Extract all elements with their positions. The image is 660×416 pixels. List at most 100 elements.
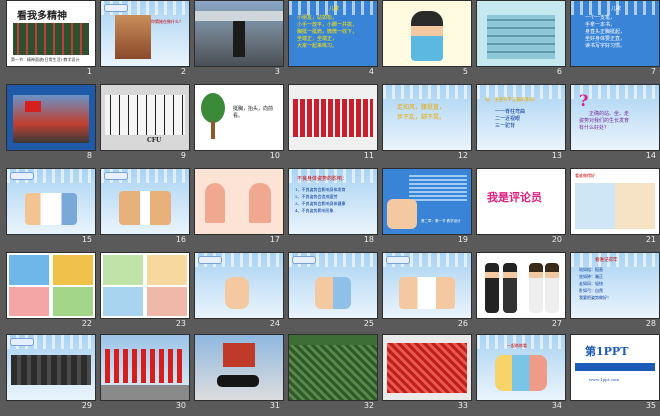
slide-heading: 儿歌 <box>329 6 340 12</box>
slide-thumbnail-15[interactable] <box>6 168 96 235</box>
slide-line: 步不乱，脚不晃。 <box>397 114 446 121</box>
slide-number: 12 <box>457 151 468 160</box>
cartoon-panel-4 <box>53 287 93 316</box>
slide-cell-17: 17 <box>192 168 286 250</box>
slide-cell-33: 33 <box>380 334 474 416</box>
slide-cell-24: 24 <box>192 252 286 334</box>
slide-number: 14 <box>645 151 656 160</box>
slide-thumbnail-22[interactable] <box>6 252 96 319</box>
children-study-image <box>575 183 655 229</box>
slide-thumbnail-23[interactable] <box>100 252 190 319</box>
person-1 <box>485 263 499 313</box>
slide-thumbnail-9[interactable]: CFU <box>100 84 190 151</box>
slide-thumbnail-28[interactable]: 看谁记得牢 站如松：挺直 坐如钟：端正 走如风：轻快 卧如弓：自然 我要把姿势做… <box>570 252 660 319</box>
slide-number: 30 <box>175 401 186 410</box>
slide-thumbnail-6[interactable] <box>476 0 566 67</box>
slide-caption: 挺胸，抬头，向前看。 <box>233 106 274 119</box>
slide-cell-2: 你猜她在做什么？ 2 <box>98 0 192 82</box>
slide-cell-16: 16 <box>98 168 192 250</box>
slide-thumbnail-18[interactable]: 不良身体姿势的影响： 1、不良姿势会影响身体发育 2、不良姿势会造成疲劳 3、不… <box>288 168 378 235</box>
child-writing-image <box>411 11 443 61</box>
slide-number: 32 <box>363 401 374 410</box>
slide-sorter-grid: 看我多精神 第一节：精神面貌(日常生活) 教学设计 1 你猜她在做什么？ 2 3… <box>0 0 660 410</box>
slide-thumbnail-5[interactable] <box>382 0 472 67</box>
ground <box>101 385 189 400</box>
slide-number: 6 <box>556 67 562 76</box>
cartoon-panel-4 <box>147 287 187 316</box>
children-image <box>387 199 417 229</box>
slide-number: 11 <box>363 151 374 160</box>
slide-thumbnail-14[interactable]: ? 正确的站、坐、走 姿势对我们的生长发育 有什么好处？ <box>570 84 660 151</box>
slide-number: 23 <box>175 319 186 328</box>
flag-icon <box>25 101 41 112</box>
slide-cell-22: 22 <box>4 252 98 334</box>
classroom-image <box>487 15 555 59</box>
slide-line: 坐端正，坐端正， <box>297 36 338 42</box>
slide-thumbnail-10[interactable]: 挺胸，抬头，向前看。 <box>194 84 284 151</box>
question-mark-icon: ? <box>579 91 589 110</box>
slide-thumbnail-34[interactable]: 一起练练看 <box>476 334 566 401</box>
person-4 <box>545 263 559 313</box>
slide-line: 站如松：挺直 <box>579 267 603 272</box>
badge <box>104 4 128 12</box>
slide-line: 一一脊柱弯曲 <box>495 109 526 115</box>
slide-thumbnail-12[interactable]: 走如风，腰挺直， 步不乱，脚不晃。 <box>382 84 472 151</box>
slide-cell-6: 6 <box>474 0 568 82</box>
slide-number: 2 <box>180 67 186 76</box>
slide-thumbnail-19[interactable]: 第二章：第一节 教学设计 <box>382 168 472 235</box>
slide-thumbnail-1[interactable]: 看我多精神 第一节：精神面貌(日常生活) 教学设计 <box>6 0 96 67</box>
slide-thumbnail-11[interactable] <box>288 84 378 151</box>
car-image <box>217 375 259 387</box>
slide-thumbnail-35[interactable]: 第1PPT www.1ppt.com <box>570 334 660 401</box>
slide-thumbnail-7[interactable]: 儿歌 一个一支笔， 手拿一本书， 身直头正胸挺起， 坐好身体要正直， 读书写字好… <box>570 0 660 67</box>
slide-thumbnail-3[interactable] <box>194 0 284 67</box>
slide-thumbnail-32[interactable] <box>288 334 378 401</box>
cartoon-panel-3 <box>103 287 143 316</box>
children-desk-image <box>399 277 455 309</box>
buildings <box>195 11 283 21</box>
slide-heading: 不良身体姿势的影响： <box>297 176 348 182</box>
slide-footer: 第一节：精神面貌(日常生活) 教学设计 <box>11 57 80 62</box>
slide-thumbnail-2[interactable]: 你猜她在做什么？ <box>100 0 190 67</box>
slide-heading: 儿歌 <box>611 6 622 12</box>
slide-thumbnail-26[interactable] <box>382 252 472 319</box>
slide-number: 1 <box>86 67 92 76</box>
slide-cell-18: 不良身体姿势的影响： 1、不良姿势会影响身体发育 2、不良姿势会造成疲劳 3、不… <box>286 168 380 250</box>
slide-thumbnail-20[interactable]: 我是评论员 <box>476 168 566 235</box>
slide-title: 看我多精神 <box>17 11 67 22</box>
slide-line: 三一驼背 <box>495 123 516 129</box>
slide-cell-25: 25 <box>286 252 380 334</box>
slide-cell-19: 第二章：第一节 教学设计 19 <box>380 168 474 250</box>
troops-formation-image <box>289 345 377 400</box>
slide-thumbnail-17[interactable] <box>194 168 284 235</box>
badge <box>292 256 316 264</box>
logo-text: CFU <box>147 137 162 144</box>
slide-thumbnail-16[interactable] <box>100 168 190 235</box>
slide-line: 4、不良姿势影响形象 <box>295 208 334 213</box>
slide-thumbnail-21[interactable]: 看谁做得好 <box>570 168 660 235</box>
slide-line: 小手一放平，小脚一并拢， <box>297 22 358 28</box>
slide-cell-4: 儿歌 小朋友，站如松， 小手一放平，小脚一并拢， 胸挺一挺肩，微微一收下， 坐端… <box>286 0 380 82</box>
slide-thumbnail-25[interactable] <box>288 252 378 319</box>
slide-line: 1、不良姿势会影响身体发育 <box>295 187 346 192</box>
cartoon-panel-1 <box>9 255 49 285</box>
slide-thumbnail-33[interactable] <box>382 334 472 401</box>
slide-number: 26 <box>457 319 468 328</box>
slide-number: 22 <box>81 319 92 328</box>
slide-cell-8: 8 <box>4 84 98 166</box>
slide-line: 有什么好处？ <box>579 125 610 131</box>
slide-thumbnail-8[interactable] <box>6 84 96 151</box>
slide-thumbnail-27[interactable] <box>476 252 566 319</box>
slide-number: 17 <box>269 235 280 244</box>
slide-thumbnail-30[interactable] <box>100 334 190 401</box>
slide-thumbnail-13[interactable]: 站、坐姿势不正确的影响 一一脊柱弯曲 二一近视眼 三一驼背 <box>476 84 566 151</box>
slide-number: 29 <box>81 401 92 410</box>
slide-cell-10: 挺胸，抬头，向前看。 10 <box>192 84 286 166</box>
slide-cell-31: 31 <box>192 334 286 416</box>
slide-thumbnail-29[interactable] <box>6 334 96 401</box>
slide-thumbnail-31[interactable] <box>194 334 284 401</box>
slide-thumbnail-24[interactable] <box>194 252 284 319</box>
slide-cell-23: 23 <box>98 252 192 334</box>
slide-heading: 站、坐姿势不正确的影响 <box>485 98 535 103</box>
slide-thumbnail-4[interactable]: 儿歌 小朋友，站如松， 小手一放平，小脚一并拢， 胸挺一挺肩，微微一收下， 坐端… <box>288 0 378 67</box>
